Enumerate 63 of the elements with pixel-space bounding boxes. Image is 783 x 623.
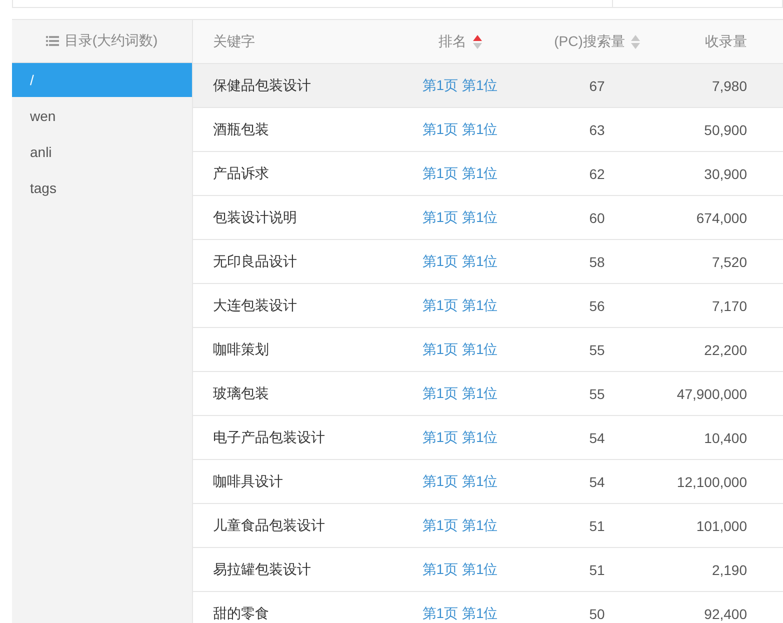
directory-item[interactable]: anli [12, 135, 192, 169]
search-volume-cell-text: 54 [588, 474, 606, 490]
indexed-count-cell-text: 47,900,000 [676, 386, 748, 402]
sort-icon[interactable] [472, 34, 482, 50]
search-volume-cell-text: 63 [588, 122, 606, 138]
search-volume-cell-text: 67 [588, 78, 606, 94]
rank-link[interactable]: 第1页 第1位 [373, 428, 547, 446]
sidebar-title: 目录(大约词数) [64, 32, 158, 50]
keyword-cell-text: 保健品包装设计 [212, 76, 312, 94]
indexed-count-cell-text: 30,900 [703, 166, 748, 182]
search-volume-cell-text: 55 [588, 386, 606, 402]
search-volume-cell-text: 62 [588, 166, 606, 182]
indexed-count-cell-text: 12,100,000 [676, 474, 748, 490]
keyword-cell-text: 包装设计说明 [212, 208, 298, 226]
keyword-cell-text: 甜的零食 [212, 604, 270, 622]
search-volume-cell-text: 56 [588, 298, 606, 314]
indexed-count-cell-text: 50,900 [703, 122, 748, 138]
column-header[interactable]: (PC)搜索量 [554, 32, 625, 50]
directory-item[interactable]: wen [12, 99, 192, 133]
keyword-cell-text: 产品诉求 [212, 164, 270, 182]
directory-item[interactable]: tags [12, 171, 192, 205]
keyword-cell-text: 易拉罐包装设计 [212, 560, 312, 578]
column-header: 关键字 [213, 32, 255, 50]
rank-link[interactable]: 第1页 第1位 [373, 340, 547, 358]
rank-link[interactable]: 第1页 第1位 [373, 560, 547, 578]
rank-link[interactable]: 第1页 第1位 [373, 516, 547, 534]
rank-link[interactable]: 第1页 第1位 [373, 384, 547, 402]
search-volume-cell-text: 51 [588, 562, 606, 578]
rank-link[interactable]: 第1页 第1位 [373, 252, 547, 270]
indexed-count-cell-text: 10,400 [703, 430, 748, 446]
keyword-cell-text: 酒瓶包装 [212, 120, 270, 138]
search-volume-cell-text: 51 [588, 518, 606, 534]
indexed-count-cell-text: 7,520 [710, 254, 748, 270]
indexed-count-cell-text: 7,980 [710, 78, 748, 94]
search-volume-cell-text: 50 [588, 606, 606, 622]
keyword-cell-text: 咖啡具设计 [212, 472, 284, 490]
indexed-count-cell-text: 2,190 [710, 562, 748, 578]
keyword-cell-text: 儿童食品包装设计 [212, 516, 326, 534]
keyword-cell-text: 无印良品设计 [212, 252, 298, 270]
rank-link[interactable]: 第1页 第1位 [373, 472, 547, 490]
indexed-count-cell-text: 22,200 [703, 342, 748, 358]
indexed-count-cell-text: 674,000 [695, 210, 748, 226]
list-icon [46, 36, 60, 46]
column-header[interactable]: 排名 [438, 32, 466, 50]
directory-item[interactable]: / [12, 63, 192, 97]
keyword-cell-text: 大连包装设计 [212, 296, 298, 314]
keyword-cell-text: 电子产品包装设计 [212, 428, 326, 446]
rank-link[interactable]: 第1页 第1位 [373, 208, 547, 226]
search-volume-cell-text: 60 [588, 210, 606, 226]
indexed-count-cell-text: 7,170 [710, 298, 748, 314]
indexed-count-cell-text: 92,400 [703, 606, 748, 622]
rank-link[interactable]: 第1页 第1位 [373, 120, 547, 138]
rank-link[interactable]: 第1页 第1位 [373, 604, 547, 622]
search-volume-cell-text: 54 [588, 430, 606, 446]
column-header: 收录量 [705, 32, 747, 50]
rank-link[interactable]: 第1页 第1位 [373, 76, 547, 94]
indexed-count-cell-text: 101,000 [695, 518, 748, 534]
search-volume-cell-text: 58 [588, 254, 606, 270]
rank-link[interactable]: 第1页 第1位 [373, 296, 547, 314]
keyword-cell-text: 玻璃包装 [212, 384, 270, 402]
keyword-cell-text: 咖啡策划 [212, 340, 270, 358]
search-volume-cell-text: 55 [588, 342, 606, 358]
rank-link[interactable]: 第1页 第1位 [373, 164, 547, 182]
